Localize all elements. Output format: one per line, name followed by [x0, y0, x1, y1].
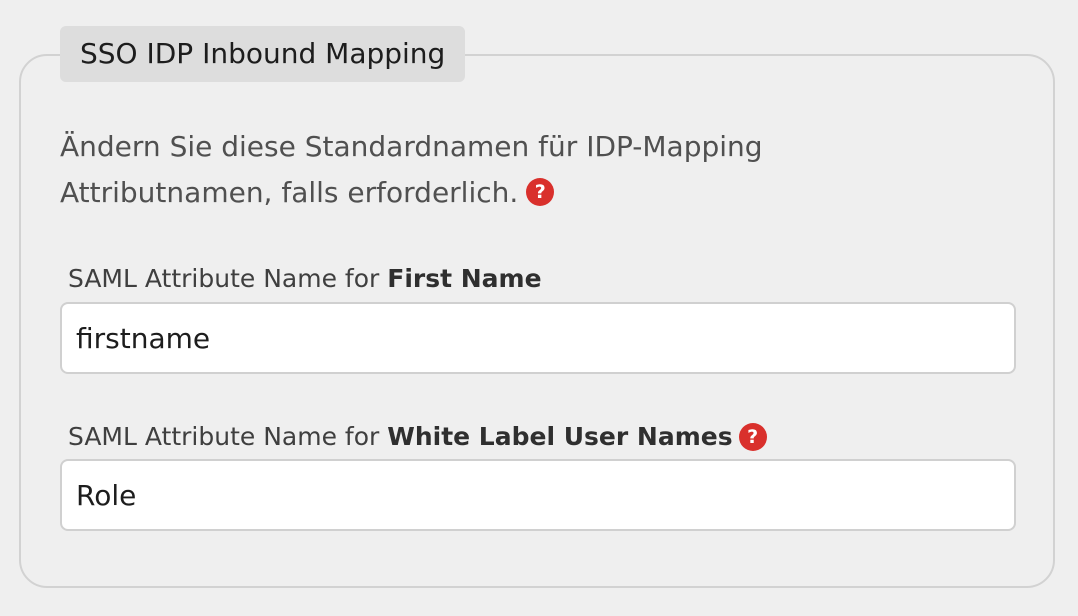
first-name-label-prefix: SAML Attribute Name for — [68, 264, 388, 293]
section-legend: SSO IDP Inbound Mapping — [60, 26, 466, 82]
help-icon[interactable]: ? — [738, 423, 767, 451]
white-label-attribute-label: SAML Attribute Name for White Label User… — [68, 420, 767, 454]
help-icon[interactable]: ? — [526, 178, 555, 206]
section-description: Ändern Sie diese Standardnamen für IDP-M… — [60, 124, 960, 216]
white-label-attribute-input[interactable] — [60, 459, 1016, 531]
first-name-attribute-input[interactable] — [60, 302, 1016, 374]
intro-text-line2: Attributnamen, falls erforderlich. — [60, 176, 519, 209]
intro-text-line1: Ändern Sie diese Standardnamen für IDP-M… — [60, 130, 763, 163]
first-name-label-bold: First Name — [387, 264, 542, 293]
white-label-label-prefix: SAML Attribute Name for — [68, 422, 388, 451]
white-label-label-bold: White Label User Names — [387, 422, 733, 451]
first-name-attribute-label: SAML Attribute Name for First Name — [68, 262, 542, 296]
